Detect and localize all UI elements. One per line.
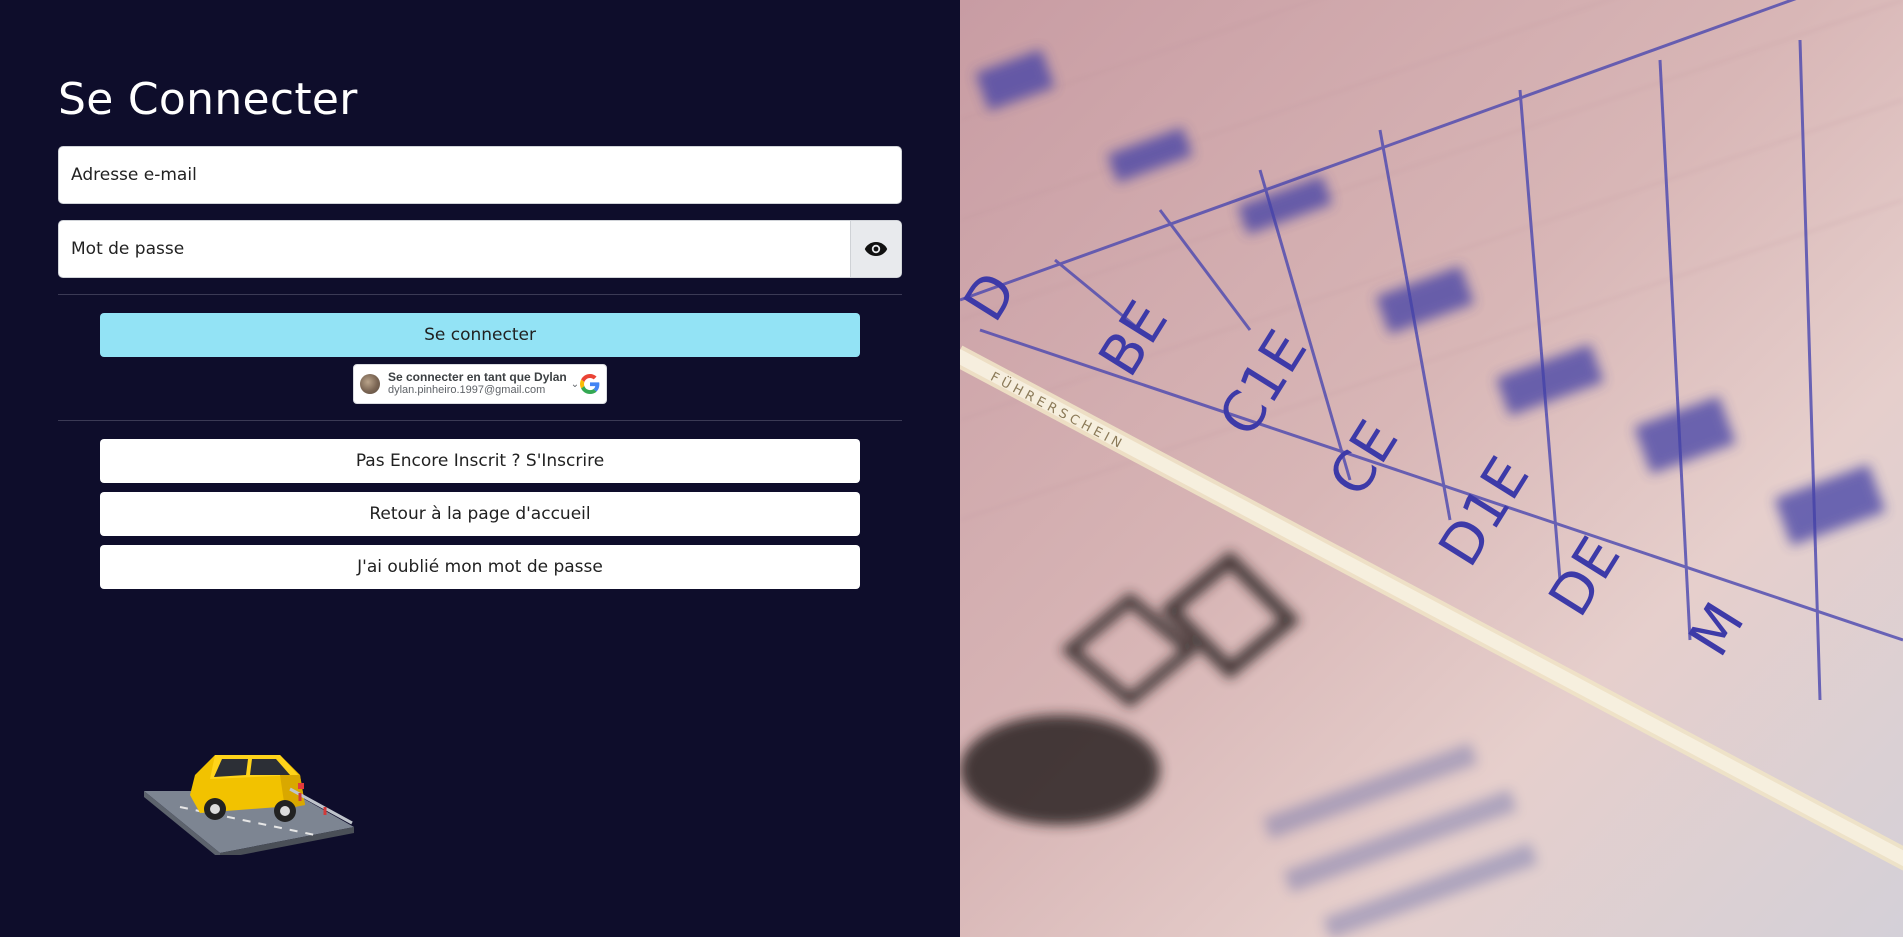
login-page: Se Connecter Se connecter Se connecter e… <box>0 0 1903 937</box>
google-logo-icon <box>580 374 600 394</box>
driving-license-image: D BE C1ECE D1EDEM FÜHRERSCHEIN <box>960 0 1903 937</box>
password-field-wrapper <box>58 220 902 278</box>
email-field[interactable] <box>59 147 901 203</box>
google-one-tap-button[interactable]: Se connecter en tant que Dylan dylan.pin… <box>353 364 607 404</box>
password-field[interactable] <box>59 221 851 277</box>
eye-icon <box>864 242 888 256</box>
google-account-prompt: Se connecter en tant que Dylan <box>388 370 567 384</box>
toggle-password-visibility-button[interactable] <box>850 221 901 277</box>
divider <box>58 294 902 295</box>
back-home-button[interactable]: Retour à la page d'accueil <box>100 492 860 536</box>
email-field-wrapper <box>58 146 902 204</box>
login-button[interactable]: Se connecter <box>100 313 860 357</box>
google-account-email: dylan.pinheiro.1997@gmail.com <box>388 384 546 396</box>
background-photo: D BE C1E CE D1E DE M FÜHRERSCHEIN <box>960 0 1903 937</box>
chevron-down-icon[interactable]: ⌄ <box>571 379 579 390</box>
login-panel: Se Connecter Se connecter Se connecter e… <box>0 0 960 937</box>
forgot-password-button[interactable]: J'ai oublié mon mot de passe <box>100 545 860 589</box>
signup-button[interactable]: Pas Encore Inscrit ? S'Inscrire <box>100 439 860 483</box>
car-illustration <box>144 755 354 855</box>
page-title: Se Connecter <box>58 74 358 125</box>
avatar <box>360 374 380 394</box>
google-account-info: Se connecter en tant que Dylan dylan.pin… <box>388 371 567 397</box>
divider <box>58 420 902 421</box>
